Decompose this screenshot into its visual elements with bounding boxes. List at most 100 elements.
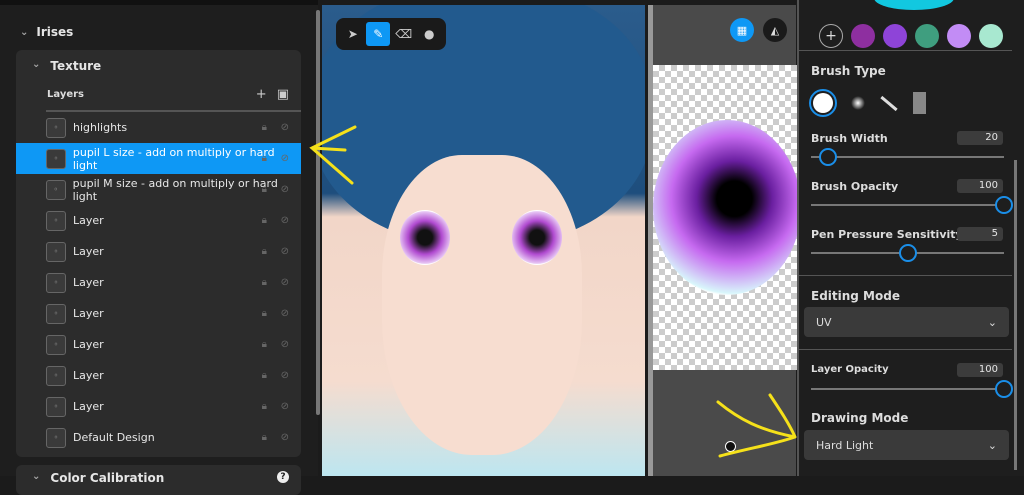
lock-icon[interactable]: 🔒︎ xyxy=(262,122,267,133)
lock-icon[interactable]: 🔒︎ xyxy=(262,246,267,257)
add-layer-icon[interactable]: + xyxy=(256,87,267,102)
chevron-down-icon: ⌄ xyxy=(32,59,41,70)
layer-row[interactable]: ◦ Default Design 🔒︎ ⊘ xyxy=(16,422,301,453)
scrollbar[interactable] xyxy=(1014,160,1017,470)
pen-pressure-value[interactable]: 5 xyxy=(957,227,1003,241)
eye-hidden-icon[interactable]: ⊘ xyxy=(281,308,289,319)
brush-round-hard[interactable] xyxy=(809,89,837,117)
layer-row[interactable]: ◦ highlights 🔒︎ ⊘ xyxy=(16,112,301,143)
layer-opacity-label: Layer Opacity xyxy=(811,364,889,375)
layer-thumbnail: ◦ xyxy=(46,396,66,417)
eye-hidden-icon[interactable]: ⊘ xyxy=(281,277,289,288)
color-swatch[interactable] xyxy=(883,24,907,48)
current-color-swatch[interactable] xyxy=(874,0,954,10)
3d-viewport[interactable]: ➤ ✎ ⌫ ● xyxy=(322,5,645,476)
add-image-layer-icon[interactable]: ▣ xyxy=(277,87,289,102)
slider-knob[interactable] xyxy=(995,380,1013,398)
lock-icon[interactable]: 🔒︎ xyxy=(262,277,267,288)
color-swatch[interactable] xyxy=(947,24,971,48)
eye-hidden-icon[interactable]: ⊘ xyxy=(281,370,289,381)
lock-icon[interactable]: 🔒︎ xyxy=(262,308,267,319)
lock-icon[interactable]: 🔒︎ xyxy=(262,153,267,164)
drawing-toolbar: ➤ ✎ ⌫ ● xyxy=(336,18,446,50)
lock-icon[interactable]: 🔒︎ xyxy=(262,401,267,412)
model-eye-left xyxy=(400,210,450,265)
lock-icon[interactable]: 🔒︎ xyxy=(262,215,267,226)
lock-icon[interactable]: 🔒︎ xyxy=(262,370,267,381)
layer-row[interactable]: ◦ Layer 🔒︎ ⊘ xyxy=(16,329,301,360)
brush-tool-icon[interactable]: ✎ xyxy=(366,22,391,46)
brush-texture[interactable] xyxy=(913,92,926,114)
layer-opacity-slider[interactable] xyxy=(811,380,1013,398)
brush-width-value[interactable]: 20 xyxy=(957,131,1003,145)
eye-hidden-icon[interactable]: ⊘ xyxy=(281,122,289,133)
eye-hidden-icon[interactable]: ⊘ xyxy=(281,246,289,257)
eye-hidden-icon[interactable]: ⊘ xyxy=(281,401,289,412)
eye-hidden-icon[interactable]: ⊘ xyxy=(281,432,289,443)
layer-row[interactable]: ◦ Layer 🔒︎ ⊘ xyxy=(16,267,301,298)
layer-thumbnail: ◦ xyxy=(46,210,66,231)
color-swatch[interactable] xyxy=(851,24,875,48)
section-title: Irises xyxy=(36,25,74,39)
pen-pressure-label: Pen Pressure Sensitivity xyxy=(811,228,963,241)
color-swatch[interactable] xyxy=(915,24,939,48)
brush-opacity-label: Brush Opacity xyxy=(811,180,899,193)
color-swatch[interactable] xyxy=(979,24,1003,48)
slider-knob[interactable] xyxy=(819,148,838,166)
brush-opacity-slider[interactable] xyxy=(811,196,1013,214)
texture-header[interactable]: ⌄ Texture xyxy=(32,59,101,73)
brush-round-soft[interactable] xyxy=(851,96,865,110)
layer-row[interactable]: ◦ Layer 🔒︎ ⊘ xyxy=(16,236,301,267)
layers-label: Layers xyxy=(47,89,84,100)
layer-thumbnail: ◦ xyxy=(46,303,66,324)
layer-name: Layer xyxy=(73,276,104,289)
layer-row[interactable]: ◦ Layer 🔒︎ ⊘ xyxy=(16,205,301,236)
eraser-tool-icon[interactable]: ⌫ xyxy=(392,22,416,46)
eye-hidden-icon[interactable]: ⊘ xyxy=(281,153,289,164)
iris-texture xyxy=(653,120,801,295)
select-tool-icon[interactable]: ➤ xyxy=(341,22,365,46)
slider-knob[interactable] xyxy=(995,196,1013,214)
layer-thumbnail: ◦ xyxy=(46,179,66,200)
layer-row[interactable]: ◦ pupil M size - add on multiply or hard … xyxy=(16,174,301,205)
drawing-mode-select[interactable]: Hard Light ⌄ xyxy=(804,430,1009,460)
brush-line[interactable] xyxy=(880,95,898,111)
fill-tool-icon[interactable]: ● xyxy=(417,22,441,46)
help-icon[interactable]: ? xyxy=(277,471,289,483)
lock-icon[interactable]: 🔒︎ xyxy=(262,339,267,350)
model-eye-right xyxy=(512,210,562,265)
mirror-toggle-icon[interactable]: ◭ xyxy=(763,18,787,42)
chevron-down-icon: ⌄ xyxy=(32,471,41,482)
layer-row[interactable]: ◦ pupil L size - add on multiply or hard … xyxy=(16,143,301,174)
grid-toggle-icon[interactable]: ▦ xyxy=(730,18,754,42)
slider-knob[interactable] xyxy=(898,244,917,262)
eye-hidden-icon[interactable]: ⊘ xyxy=(281,184,289,195)
eye-hidden-icon[interactable]: ⊘ xyxy=(281,215,289,226)
layer-name: Layer xyxy=(73,369,104,382)
layer-row[interactable]: ◦ Layer 🔒︎ ⊘ xyxy=(16,360,301,391)
lock-icon[interactable]: 🔒︎ xyxy=(262,184,267,195)
model-face xyxy=(382,155,582,455)
brush-width-slider[interactable] xyxy=(811,148,1004,166)
texture-canvas[interactable]: ▦ ◭ xyxy=(648,5,801,476)
add-color-icon[interactable]: + xyxy=(819,24,843,48)
eye-hidden-icon[interactable]: ⊘ xyxy=(281,339,289,350)
scrollbar[interactable] xyxy=(316,10,320,415)
lock-icon[interactable]: 🔒︎ xyxy=(262,432,267,443)
editing-mode-label: Editing Mode xyxy=(811,289,900,303)
layer-name: Layer xyxy=(73,214,104,227)
brush-type-label: Brush Type xyxy=(811,64,886,78)
layer-thumbnail: ◦ xyxy=(46,365,66,386)
color-calibration-header[interactable]: ⌄ Color Calibration? xyxy=(16,465,301,495)
drawing-mode-value: Hard Light xyxy=(816,438,874,452)
layer-opacity-value[interactable]: 100 xyxy=(957,363,1003,377)
pen-pressure-slider[interactable] xyxy=(811,244,1004,262)
chevron-down-icon: ⌄ xyxy=(987,315,997,329)
divider xyxy=(799,50,1012,51)
editing-mode-select[interactable]: UV ⌄ xyxy=(804,307,1009,337)
layer-row[interactable]: ◦ Layer 🔒︎ ⊘ xyxy=(16,391,301,422)
layer-thumbnail: ◦ xyxy=(46,427,66,448)
brush-opacity-value[interactable]: 100 xyxy=(957,179,1003,193)
irises-section-header[interactable]: ⌄ Irises xyxy=(20,25,73,39)
layer-row[interactable]: ◦ Layer 🔒︎ ⊘ xyxy=(16,298,301,329)
